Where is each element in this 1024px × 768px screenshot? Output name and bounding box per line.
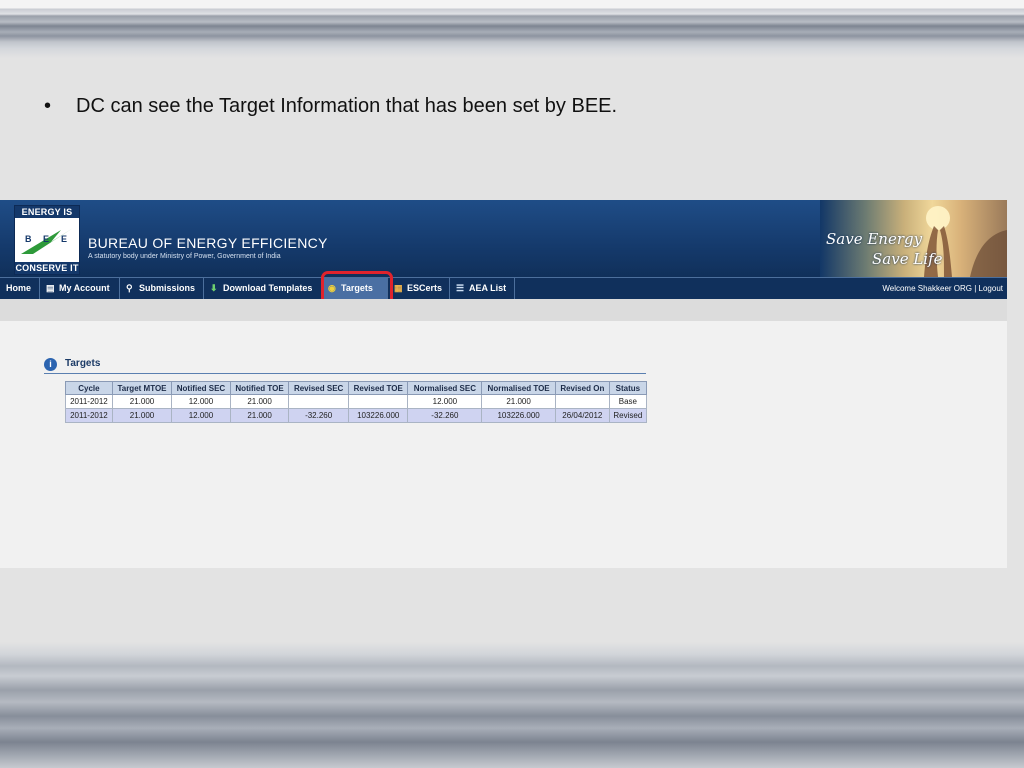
sub-bar xyxy=(0,299,1007,321)
nav-escerts[interactable]: ▦ ESCerts xyxy=(388,278,450,299)
nav-label: Submissions xyxy=(139,283,196,293)
nav-my-account[interactable]: ▤ My Account xyxy=(40,278,120,299)
table-row[interactable]: 2011-2012 21.000 12.000 21.000 12.000 21… xyxy=(65,394,648,409)
logo-letter: E xyxy=(61,234,68,244)
nav-label: Download Templates xyxy=(223,283,313,293)
targets-panel-header: i Targets xyxy=(44,357,646,374)
cell: 103226.000 xyxy=(347,408,409,423)
col-revised-sec: Revised SEC xyxy=(288,381,349,395)
nav-submissions[interactable]: ⚲ Submissions xyxy=(120,278,204,299)
org-name: BUREAU OF ENERGY EFFICIENCY xyxy=(88,235,328,251)
slogan-line1: Save Energy xyxy=(826,230,923,248)
nav-label: Home xyxy=(6,283,32,293)
nav-download-templates[interactable]: ⬇ Download Templates xyxy=(204,278,322,299)
app-screenshot: ENERGY IS LIFE B E E CONSERVE IT BUREAU … xyxy=(0,200,1007,568)
main-nav: Home ▤ My Account ⚲ Submissions ⬇ Download … xyxy=(0,277,1007,299)
cell xyxy=(288,394,349,409)
cell xyxy=(554,394,610,409)
slide-bullet: • DC can see the Target Information that … xyxy=(44,95,618,117)
site-banner: ENERGY IS LIFE B E E CONSERVE IT BUREAU … xyxy=(0,200,1007,277)
account-icon: ▤ xyxy=(46,283,55,293)
logo-top-text: ENERGY IS LIFE xyxy=(15,206,79,229)
cell: 12.000 xyxy=(407,394,483,409)
slide-bullet-text: DC can see the Target Information that h… xyxy=(76,95,618,117)
cell: 12.000 xyxy=(171,408,231,423)
col-notified-toe: Notified TOE xyxy=(229,381,290,395)
nav-label: AEA List xyxy=(469,283,507,293)
cell: 26/04/2012 xyxy=(554,408,610,423)
cell: 2011-2012 xyxy=(65,394,113,409)
bee-logo[interactable]: ENERGY IS LIFE B E E CONSERVE IT xyxy=(14,205,80,275)
nav-label: My Account xyxy=(59,283,110,293)
search-icon: ⚲ xyxy=(126,283,133,293)
table-header-row: Cycle Target MTOE Notified SEC Notified … xyxy=(65,381,648,395)
cell: 2011-2012 xyxy=(65,408,113,423)
cell: 21.000 xyxy=(481,394,556,409)
col-normalised-toe: Normalised TOE xyxy=(481,381,556,395)
cell: Base xyxy=(608,394,648,409)
cell: 103226.000 xyxy=(481,408,556,423)
table-row[interactable]: 2011-2012 21.000 12.000 21.000 -32.260 1… xyxy=(65,408,648,423)
cell: -32.260 xyxy=(407,408,483,423)
cell: 21.000 xyxy=(111,408,173,423)
col-revised-toe: Revised TOE xyxy=(347,381,409,395)
slide-top-decoration xyxy=(0,0,1024,58)
welcome-logout[interactable]: Welcome Shakkeer ORG | Logout xyxy=(882,278,1003,299)
slide-bottom-decoration xyxy=(0,642,1024,768)
col-normalised-sec: Normalised SEC xyxy=(407,381,483,395)
info-icon: i xyxy=(44,358,57,371)
logo-letter: B xyxy=(25,234,32,244)
col-status: Status xyxy=(608,381,648,395)
cell: Revised xyxy=(608,408,648,423)
nav-home[interactable]: Home xyxy=(0,278,40,299)
col-cycle: Cycle xyxy=(65,381,113,395)
cell: -32.260 xyxy=(288,408,349,423)
targets-table: Cycle Target MTOE Notified SEC Notified … xyxy=(65,381,648,423)
cell: 12.000 xyxy=(171,394,231,409)
logo-letter: E xyxy=(43,234,50,244)
list-icon: ☰ xyxy=(456,283,465,293)
logo-bottom-text: CONSERVE IT xyxy=(15,262,79,274)
col-notified-sec: Notified SEC xyxy=(171,381,231,395)
nav-label: ESCerts xyxy=(407,283,443,293)
col-revised-on: Revised On xyxy=(554,381,610,395)
cell xyxy=(347,394,409,409)
nav-aea-list[interactable]: ☰ AEA List xyxy=(450,278,515,299)
save-energy-banner-image: Save Energy Save Life xyxy=(820,200,1007,277)
certificate-icon: ▦ xyxy=(394,283,403,293)
org-subtitle: A statutory body under Ministry of Power… xyxy=(88,253,281,260)
cell: 21.000 xyxy=(111,394,173,409)
slogan-line2: Save Life xyxy=(872,250,943,268)
panel-title: Targets xyxy=(65,358,101,369)
cell: 21.000 xyxy=(229,408,290,423)
cell: 21.000 xyxy=(229,394,290,409)
logo-mark: B E E xyxy=(21,228,73,254)
download-icon: ⬇ xyxy=(210,283,218,293)
col-target-mtoe: Target MTOE xyxy=(111,381,173,395)
